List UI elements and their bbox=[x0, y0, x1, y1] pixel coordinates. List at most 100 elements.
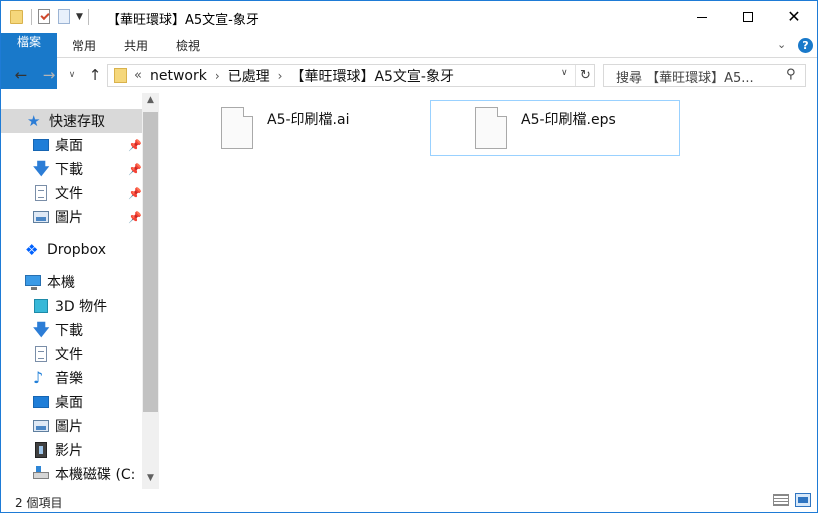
file-item-selected[interactable]: A5-印刷檔.eps bbox=[430, 100, 680, 156]
up-arrow-icon[interactable]: ↑ bbox=[86, 66, 104, 84]
maximize-icon bbox=[743, 12, 753, 22]
file-name: A5-印刷檔.ai bbox=[267, 112, 350, 128]
desktop-icon bbox=[33, 394, 50, 410]
computer-icon bbox=[25, 274, 42, 290]
expand-ribbon-chevron-icon[interactable]: ⌄ bbox=[777, 38, 786, 51]
refresh-icon[interactable]: ↻ bbox=[575, 65, 595, 86]
sidebar-item-label: 本機磁碟 (C: bbox=[55, 467, 136, 483]
videos-icon bbox=[33, 442, 50, 458]
sidebar-item-downloads[interactable]: 🡇 下載 bbox=[33, 318, 142, 342]
large-icons-view-icon[interactable] bbox=[795, 493, 811, 507]
breadcrumb-processed[interactable]: 已處理 bbox=[228, 66, 270, 86]
pin-icon: 📌 bbox=[128, 163, 142, 176]
file-icon bbox=[221, 107, 253, 149]
sidebar-item-music[interactable]: ♪ 音樂 bbox=[33, 366, 142, 390]
sidebar-item-label: 快速存取 bbox=[49, 114, 105, 130]
desktop-icon bbox=[33, 137, 50, 153]
recent-locations-chevron-icon[interactable]: ∨ bbox=[65, 66, 79, 84]
sidebar-item-downloads[interactable]: 🡇 下載 bbox=[33, 157, 142, 181]
breadcrumb: « network › 已處理 › 【華旺環球】A5文宣-象牙 bbox=[134, 65, 454, 86]
close-button[interactable]: ✕ bbox=[771, 1, 817, 33]
sidebar-item-this-pc[interactable]: 本機 bbox=[25, 270, 142, 294]
title-bar: ▼ 【華旺環球】A5文宣-象牙 ✕ bbox=[1, 1, 817, 33]
navigation-bar: ← → ∨ ↑ « network › 已處理 › 【華旺環球】A5文宣-象牙 … bbox=[1, 58, 817, 93]
breadcrumb-overflow[interactable]: « bbox=[134, 68, 142, 83]
sidebar-item-pictures[interactable]: 圖片 bbox=[33, 414, 142, 438]
sidebar-item-label: 文件 bbox=[55, 347, 83, 363]
minimize-icon bbox=[697, 16, 707, 18]
sidebar-item-desktop[interactable]: 桌面 bbox=[33, 390, 142, 414]
sidebar-item-label: 影片 bbox=[55, 443, 83, 459]
sidebar-item-label: 3D 物件 bbox=[55, 299, 108, 315]
pictures-icon bbox=[33, 418, 50, 434]
toolbar-separator bbox=[31, 9, 32, 25]
details-view-icon[interactable] bbox=[773, 494, 789, 506]
sidebar-item-pictures[interactable]: 圖片 bbox=[33, 205, 142, 229]
sidebar-item-label: 圖片 bbox=[55, 210, 83, 226]
new-folder-icon[interactable] bbox=[56, 8, 72, 26]
sidebar-item-label: 圖片 bbox=[55, 419, 83, 435]
drive-icon bbox=[33, 466, 50, 482]
document-icon bbox=[33, 185, 50, 201]
sidebar-item-label: 音樂 bbox=[55, 371, 83, 387]
item-count: 2 個項目 bbox=[15, 496, 63, 510]
sidebar-item-dropbox[interactable]: ❖ Dropbox bbox=[25, 238, 142, 262]
status-bar: 2 個項目 bbox=[1, 489, 817, 512]
search-box[interactable]: 搜尋 【華旺環球】A5... ⚲ bbox=[603, 64, 806, 87]
quick-access-toolbar: ▼ bbox=[9, 8, 93, 26]
sidebar-item-documents[interactable]: 文件 bbox=[33, 181, 142, 205]
file-list: A5-印刷檔.ai A5-印刷檔.eps bbox=[159, 93, 817, 489]
star-icon: ★ bbox=[27, 112, 41, 130]
sidebar-item-local-disk[interactable]: 本機磁碟 (C: bbox=[33, 462, 142, 486]
file-icon bbox=[475, 107, 507, 149]
sidebar-scrollbar[interactable]: ▲ ▼ bbox=[142, 93, 159, 489]
scrollbar-thumb[interactable] bbox=[143, 112, 158, 412]
document-icon bbox=[33, 346, 50, 362]
sidebar-item-label: 下載 bbox=[55, 162, 83, 178]
window-title: 【華旺環球】A5文宣-象牙 bbox=[107, 13, 259, 28]
breadcrumb-separator-icon[interactable]: › bbox=[215, 69, 220, 83]
navigation-pane: ★ 快速存取 桌面 📌 🡇 下載 📌 文件 📌 圖片 📌 ❖ Dropbox 本… bbox=[1, 93, 159, 489]
address-bar[interactable]: « network › 已處理 › 【華旺環球】A5文宣-象牙 ∨ ↻ bbox=[107, 64, 595, 87]
sidebar-item-documents[interactable]: 文件 bbox=[33, 342, 142, 366]
maximize-button[interactable] bbox=[725, 1, 771, 33]
pictures-icon bbox=[33, 209, 50, 225]
properties-icon[interactable] bbox=[36, 8, 52, 26]
search-icon[interactable]: ⚲ bbox=[786, 67, 796, 82]
folder-icon[interactable] bbox=[9, 8, 25, 26]
sidebar-item-quick-access[interactable]: ★ 快速存取 bbox=[1, 109, 142, 133]
forward-arrow-icon[interactable]: → bbox=[40, 66, 58, 84]
toolbar-separator bbox=[88, 9, 89, 25]
tab-view[interactable]: 檢視 bbox=[163, 33, 213, 58]
minimize-button[interactable] bbox=[679, 1, 725, 33]
scroll-down-arrow-icon[interactable]: ▼ bbox=[142, 473, 159, 487]
download-icon: 🡇 bbox=[33, 159, 50, 178]
sidebar-item-label: Dropbox bbox=[47, 242, 106, 258]
sidebar-item-label: 桌面 bbox=[55, 395, 83, 411]
sidebar-item-label: 本機 bbox=[47, 275, 75, 291]
breadcrumb-network[interactable]: network bbox=[150, 68, 207, 84]
help-icon[interactable]: ? bbox=[798, 38, 813, 53]
address-dropdown-chevron-icon[interactable]: ∨ bbox=[561, 68, 568, 78]
back-arrow-icon[interactable]: ← bbox=[12, 66, 30, 84]
search-placeholder: 搜尋 【華旺環球】A5... bbox=[616, 71, 754, 86]
breadcrumb-current-folder[interactable]: 【華旺環球】A5文宣-象牙 bbox=[290, 66, 454, 86]
tab-home[interactable]: 常用 bbox=[59, 33, 109, 58]
explorer-window: ▼ 【華旺環球】A5文宣-象牙 ✕ 檔案 常用 共用 檢視 ⌄ ? ← → ∨ … bbox=[0, 0, 818, 513]
pin-icon: 📌 bbox=[128, 187, 142, 200]
music-icon: ♪ bbox=[33, 368, 44, 387]
pin-icon: 📌 bbox=[128, 139, 142, 152]
sidebar-item-label: 文件 bbox=[55, 186, 83, 202]
scroll-up-arrow-icon[interactable]: ▲ bbox=[142, 95, 159, 109]
breadcrumb-separator-icon[interactable]: › bbox=[278, 69, 283, 83]
dropbox-icon: ❖ bbox=[25, 241, 39, 259]
tab-share[interactable]: 共用 bbox=[111, 33, 161, 58]
folder-icon bbox=[114, 68, 127, 83]
sidebar-item-videos[interactable]: 影片 bbox=[33, 438, 142, 462]
sidebar-item-label: 桌面 bbox=[55, 138, 83, 154]
ribbon-tabs: 檔案 常用 共用 檢視 ⌄ ? bbox=[1, 33, 817, 89]
customize-toolbar-chevron-icon[interactable]: ▼ bbox=[76, 12, 86, 22]
download-icon: 🡇 bbox=[33, 320, 50, 339]
sidebar-item-desktop[interactable]: 桌面 bbox=[33, 133, 142, 157]
sidebar-item-3d-objects[interactable]: 3D 物件 bbox=[33, 294, 142, 318]
